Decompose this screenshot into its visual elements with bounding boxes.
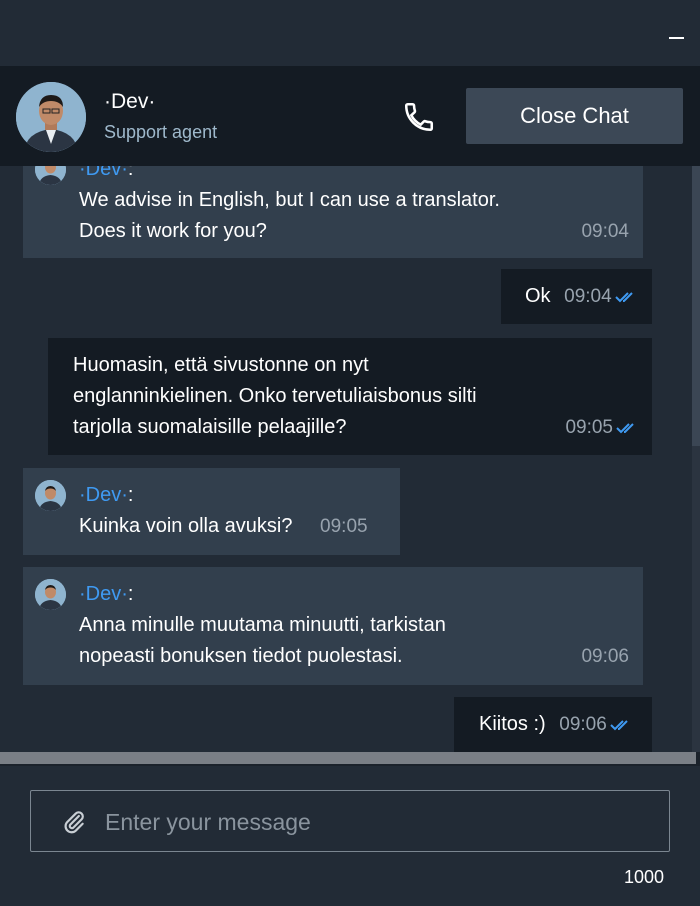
message-time: 09:04 [564,286,612,307]
agent-message: ·Dev·: We advise in English, but I can u… [23,166,643,258]
char-counter: 1000 [623,867,664,887]
double-check-icon [616,423,634,434]
message-input[interactable] [103,801,647,843]
phone-icon[interactable] [402,100,436,134]
scrollbar-thumb[interactable] [692,166,700,446]
message-time: 09:04 [581,221,629,242]
message-time: 09:06 [581,646,629,667]
agent-message: ·Dev·: Kuinka voin olla avuksi? 09:05 [23,468,400,555]
paperclip-icon[interactable] [61,809,87,835]
scrollbar-track[interactable] [692,166,700,752]
user-message: Ok 09:04 [501,269,652,324]
message-text: nopeasti bonuksen tiedot puolestasi. [79,645,403,667]
sender-colon: : [127,583,134,605]
agent-role: Support agent [104,122,218,142]
message-text: We advise in English, but I can use a tr… [79,189,500,211]
sender-name: ·Dev· [79,166,128,180]
message-text: Kuinka voin olla avuksi? [79,515,293,537]
message-time: 09:06 [559,714,607,735]
sender-colon: : [127,484,134,506]
message-text: Ok [525,285,551,307]
message-text: Kiitos :) [479,713,546,735]
agent-name: ·Dev· [104,90,156,113]
double-check-icon [610,720,628,731]
message-list[interactable]: ·Dev·: We advise in English, but I can u… [0,166,700,752]
message-time: 09:05 [320,516,368,537]
minimize-icon[interactable] [669,37,684,39]
user-message: Kiitos :) 09:06 [454,697,652,752]
message-text: tarjolla suomalaisille pelaajille? [73,416,347,438]
message-text: Anna minulle muutama minuutti, tarkistan [79,614,446,636]
message-text: englanninkielinen. Onko tervetuliaisbonu… [73,385,477,407]
chat-header: ·Dev· Support agent Close Chat [0,66,700,166]
agent-message: ·Dev·: Anna minulle muutama minuutti, ta… [23,567,643,685]
sender-name: ·Dev· [79,484,128,506]
message-composer [30,790,670,852]
sender-name: ·Dev· [79,583,128,605]
agent-mini-avatar [35,480,66,511]
user-message: Huomasin, että sivustonne on nyt englann… [48,338,652,455]
agent-mini-avatar [35,166,66,185]
message-time: 09:05 [565,417,613,438]
sender-colon: : [127,166,134,180]
agent-avatar [16,82,86,152]
horizontal-scrollbar[interactable] [0,752,696,764]
agent-mini-avatar [35,579,66,610]
close-chat-button[interactable]: Close Chat [466,88,683,144]
double-check-icon [614,292,633,303]
message-text: Does it work for you? [79,220,267,242]
window-bar [0,0,700,66]
message-text: Huomasin, että sivustonne on nyt [73,354,369,376]
